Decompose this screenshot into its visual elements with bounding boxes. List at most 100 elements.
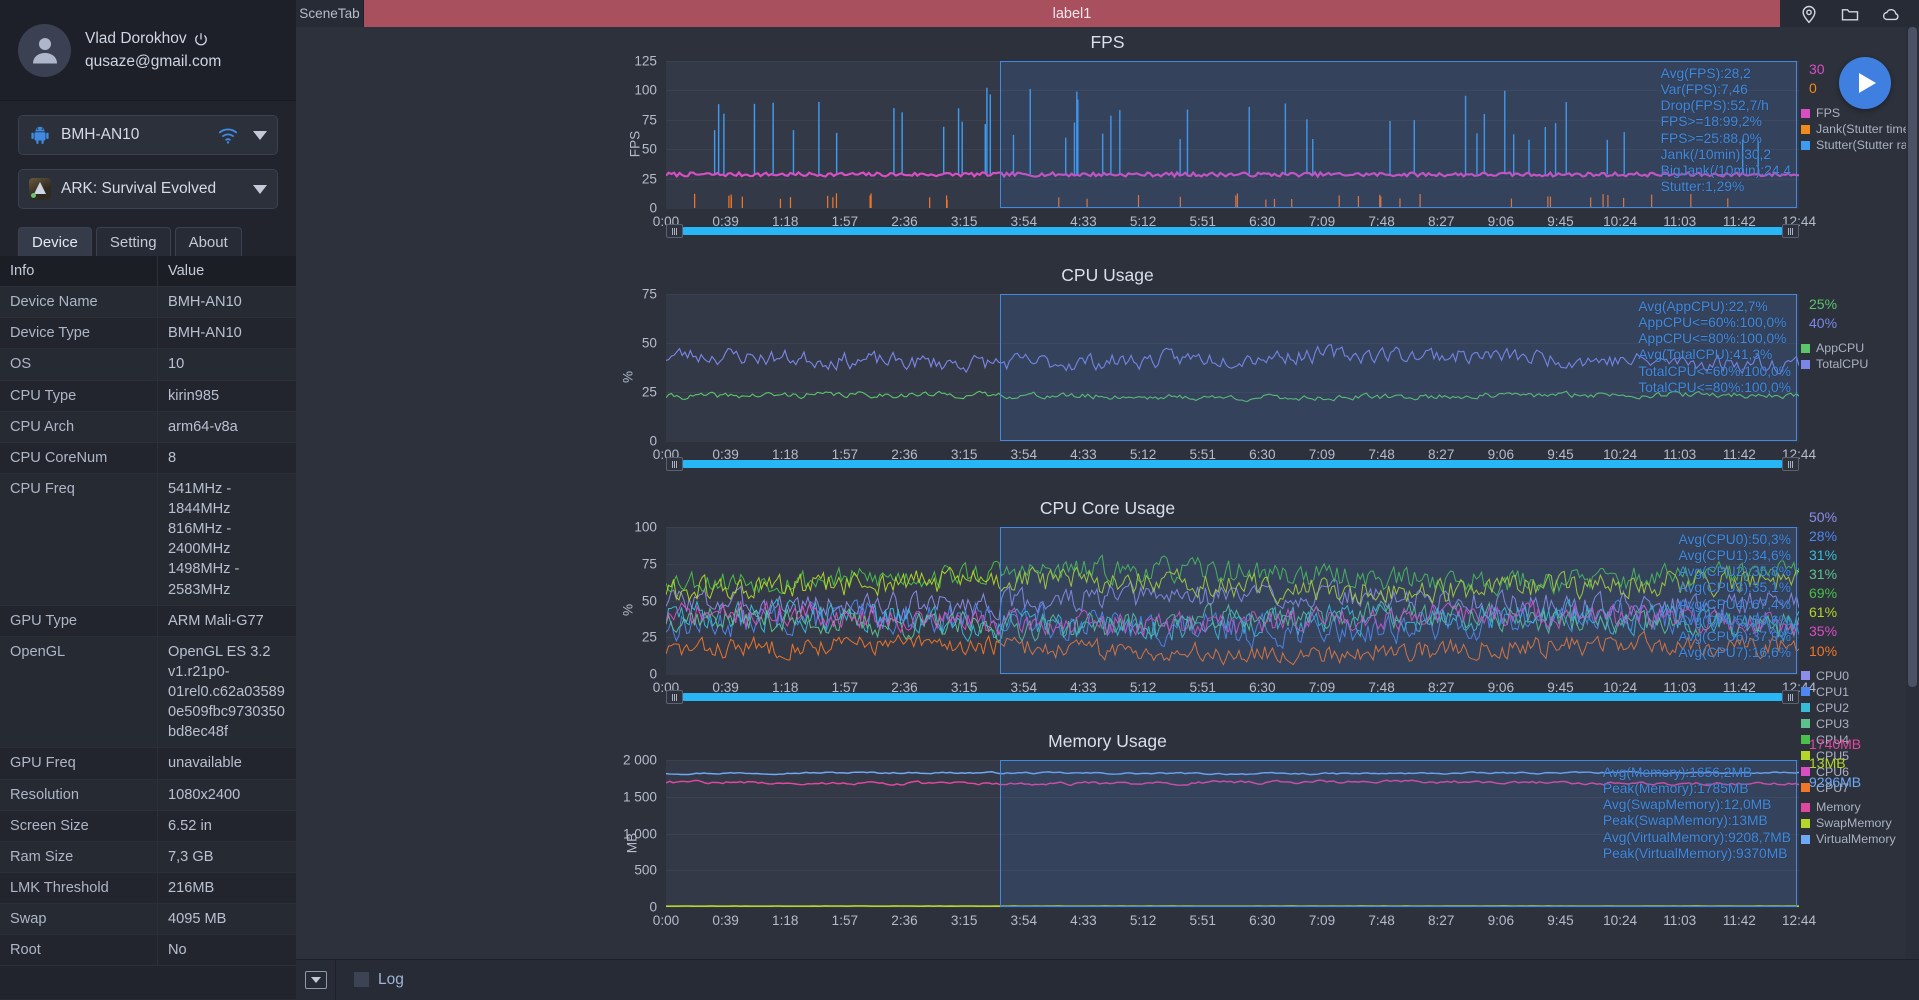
- device-select-label: BMH-AN10: [61, 126, 207, 144]
- chart-annotations: Avg(Memory):1656,2MBPeak(Memory):1785MBA…: [1603, 765, 1791, 862]
- info-value: 8: [158, 443, 296, 473]
- plot-area[interactable]: 05001 0001 5002 0000:000:391:181:572:363…: [666, 760, 1799, 907]
- location-pin-icon[interactable]: [1799, 4, 1819, 24]
- plot-area[interactable]: 02550750:000:391:181:572:363:153:544:335…: [666, 294, 1799, 441]
- time-range-scrollbar[interactable]: [666, 224, 1799, 238]
- info-value: ARM Mali-G77: [158, 606, 296, 636]
- y-tick-label: 50: [642, 336, 657, 351]
- legend-label: VirtualMemory: [1816, 832, 1896, 846]
- series-canvas: [666, 61, 1799, 208]
- info-value: arm64-v8a: [158, 412, 296, 442]
- charts-container: FPS02550751001250:000:391:181:572:363:15…: [296, 27, 1919, 959]
- info-key: Root: [0, 935, 158, 965]
- scrollbar-thumb[interactable]: [1908, 27, 1917, 687]
- x-tick-label: 3:54: [1011, 913, 1037, 928]
- y-tick-label: 25: [642, 630, 657, 645]
- device-select[interactable]: BMH-AN10: [18, 115, 278, 155]
- annotation-line: FPS>=18:99,2%: [1661, 114, 1791, 130]
- series-canvas: [666, 527, 1799, 674]
- annotation-line: Peak(VirtualMemory):9370MB: [1603, 846, 1791, 862]
- annotation-line: Avg(AppCPU):22,7%: [1638, 299, 1791, 315]
- x-tick-label: 9:06: [1488, 913, 1514, 928]
- range-handle-right[interactable]: [1782, 690, 1799, 704]
- info-key: Device Type: [0, 318, 158, 348]
- range-handle-left[interactable]: [666, 457, 683, 471]
- tab-setting[interactable]: Setting: [96, 227, 171, 256]
- label-bar[interactable]: label1: [364, 0, 1780, 27]
- annotation-line: Avg(CPU3):35,1%: [1679, 580, 1791, 596]
- log-panel-tab[interactable]: Log: [336, 971, 404, 989]
- game-icon: [29, 178, 51, 200]
- info-value: No: [158, 935, 296, 965]
- folder-icon[interactable]: [1840, 4, 1860, 24]
- series-line: [695, 193, 1728, 208]
- legend-item[interactable]: FPS: [1801, 106, 1913, 120]
- range-handle-right[interactable]: [1782, 457, 1799, 471]
- legend-item[interactable]: Memory: [1801, 800, 1913, 814]
- info-value: 1080x2400: [158, 780, 296, 810]
- range-track[interactable]: [683, 693, 1782, 701]
- legend-item[interactable]: SwapMemory: [1801, 816, 1913, 830]
- scene-tab[interactable]: SceneTab: [296, 0, 364, 27]
- annotation-line: Avg(CPU7):16,6%: [1679, 645, 1791, 661]
- play-button[interactable]: [1839, 57, 1891, 109]
- tab-device[interactable]: Device: [18, 227, 92, 256]
- table-row: Screen Size6.52 in: [0, 811, 296, 842]
- annotation-line: Avg(TotalCPU):41,3%: [1638, 347, 1791, 363]
- chevron-down-icon[interactable]: [253, 185, 267, 194]
- info-key: CPU Arch: [0, 412, 158, 442]
- legend-items: AppCPU TotalCPU: [1801, 341, 1913, 371]
- chevron-down-icon[interactable]: [253, 131, 267, 140]
- app-select-label: ARK: Survival Evolved: [61, 180, 239, 198]
- legend-value: 69%: [1801, 585, 1913, 602]
- range-handle-right[interactable]: [1782, 224, 1799, 238]
- app-select[interactable]: ARK: Survival Evolved: [18, 169, 278, 209]
- info-value: 10: [158, 349, 296, 379]
- annotation-line: Peak(SwapMemory):13MB: [1603, 813, 1791, 829]
- chart-title: Memory Usage: [296, 731, 1919, 752]
- annotation-line: Avg(VirtualMemory):9208,7MB: [1603, 830, 1791, 846]
- legend-item[interactable]: AppCPU: [1801, 341, 1913, 355]
- legend-current-values: 25%40%: [1801, 296, 1913, 332]
- series-line: [666, 632, 1799, 665]
- annotation-line: TotalCPU<=80%:100,0%: [1638, 380, 1791, 396]
- cloud-icon[interactable]: [1881, 4, 1901, 24]
- x-tick-label: 4:33: [1070, 913, 1096, 928]
- range-track[interactable]: [683, 460, 1782, 468]
- info-value: 216MB: [158, 873, 296, 903]
- info-key: Resolution: [0, 780, 158, 810]
- y-tick-label: 75: [642, 556, 657, 571]
- avatar-icon: [27, 32, 63, 68]
- legend-item[interactable]: Jank(Stutter times): [1801, 122, 1913, 136]
- info-value: kirin985: [158, 381, 296, 411]
- legend-item[interactable]: CPU0: [1801, 669, 1913, 683]
- legend-item[interactable]: Stutter(Stutter rate): [1801, 138, 1913, 152]
- range-handle-left[interactable]: [666, 690, 683, 704]
- annotation-line: Avg(CPU1):34,6%: [1679, 548, 1791, 564]
- annotation-line: Avg(SwapMemory):12,0MB: [1603, 797, 1791, 813]
- vertical-scrollbar[interactable]: [1906, 27, 1919, 959]
- log-icon: [354, 972, 369, 987]
- chart-legend: 25%40% AppCPU TotalCPU: [1801, 296, 1913, 371]
- x-tick-label: 7:48: [1368, 913, 1394, 928]
- table-row: Device NameBMH-AN10: [0, 287, 296, 318]
- time-range-scrollbar[interactable]: [666, 690, 1799, 704]
- legend-item[interactable]: TotalCPU: [1801, 357, 1913, 371]
- y-tick-label: 75: [642, 112, 657, 127]
- annotation-line: TotalCPU<=60%:100,0%: [1638, 364, 1791, 380]
- power-icon[interactable]: [194, 32, 208, 46]
- column-header-value: Value: [158, 256, 296, 286]
- tab-about[interactable]: About: [175, 227, 242, 256]
- legend-item[interactable]: CPU2: [1801, 701, 1913, 715]
- plot-area[interactable]: 02550751001250:000:391:181:572:363:153:5…: [666, 61, 1799, 208]
- log-toggle-button[interactable]: [296, 960, 336, 1000]
- plot-area[interactable]: 02550751000:000:391:181:572:363:153:544:…: [666, 527, 1799, 674]
- legend-item[interactable]: CPU1: [1801, 685, 1913, 699]
- range-handle-left[interactable]: [666, 224, 683, 238]
- avatar[interactable]: [18, 24, 71, 77]
- range-track[interactable]: [683, 227, 1782, 235]
- time-range-scrollbar[interactable]: [666, 457, 1799, 471]
- chart-title: CPU Core Usage: [296, 498, 1919, 519]
- x-tick-label: 9:45: [1547, 913, 1573, 928]
- legend-item[interactable]: VirtualMemory: [1801, 832, 1913, 846]
